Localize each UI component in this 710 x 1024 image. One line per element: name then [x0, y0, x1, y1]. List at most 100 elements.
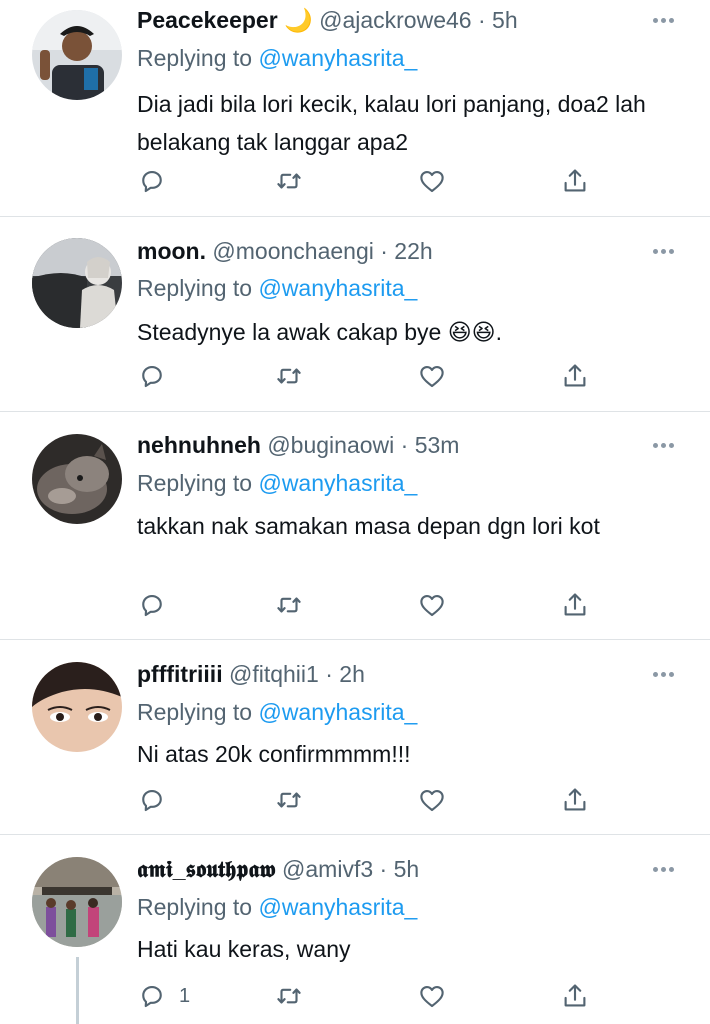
avatar[interactable] — [32, 434, 122, 524]
retweet-button[interactable] — [274, 163, 304, 199]
share-button[interactable] — [560, 358, 590, 394]
timestamp[interactable]: 22h — [394, 238, 432, 264]
tweet[interactable]: moon. @moonchaengi · 22h Replying to @wa… — [0, 217, 710, 411]
replying-label: Replying to — [137, 45, 253, 71]
retweet-icon — [277, 597, 301, 613]
avatar[interactable] — [32, 10, 122, 100]
reply-button[interactable] — [137, 587, 179, 623]
moon-emoji: 🌙 — [284, 7, 313, 33]
reply-icon — [142, 170, 162, 193]
heart-icon — [420, 365, 444, 388]
like-button[interactable] — [417, 358, 447, 394]
like-button[interactable] — [417, 587, 447, 623]
user-handle[interactable]: @buginaowi — [267, 432, 394, 458]
mention-link[interactable]: @wanyhasrita_ — [258, 275, 417, 301]
tweet[interactable]: Peacekeeper 🌙 @ajackrowe46 · 5h Replying… — [0, 0, 710, 216]
user-handle[interactable]: @moonchaengi — [212, 238, 373, 264]
reply-icon — [142, 789, 162, 812]
action-bar: 1 — [137, 978, 597, 1014]
tweet[interactable]: pfffitriiii @fitqhii1 · 2h Replying to @… — [0, 640, 710, 834]
action-bar — [137, 358, 597, 394]
like-button[interactable] — [417, 163, 447, 199]
avatar[interactable] — [32, 662, 122, 752]
reply-count: 1 — [179, 984, 191, 1007]
share-icon — [564, 788, 586, 811]
heart-icon — [420, 170, 444, 193]
tweet[interactable]: nehnuhneh @buginaowi · 53m Replying to @… — [0, 412, 710, 639]
tweet[interactable]: 𝖆𝖒𝖎_𝖘𝖔𝖚𝖙𝖍𝖕𝖆𝖜 @amivf3 · 5h Replying to @w… — [0, 835, 710, 1024]
share-button[interactable] — [560, 978, 590, 1014]
avatar[interactable] — [32, 238, 122, 328]
tweet-text: Dia jadi bila lori kecik, kalau lori pan… — [137, 91, 646, 155]
tweet-text: takkan nak samakan masa depan dgn lori k… — [137, 513, 600, 539]
retweet-icon — [277, 988, 301, 1004]
share-button[interactable] — [560, 163, 590, 199]
display-name[interactable]: moon. — [137, 238, 206, 264]
share-button[interactable] — [560, 587, 590, 623]
replying-label: Replying to — [137, 275, 253, 301]
timestamp[interactable]: 5h — [492, 7, 518, 33]
more-icon[interactable] — [648, 660, 678, 688]
replying-label: Replying to — [137, 699, 253, 725]
user-handle[interactable]: @fitqhii1 — [229, 661, 319, 687]
retweet-button[interactable] — [274, 782, 304, 818]
display-name[interactable]: pfffitriiii — [137, 661, 223, 687]
replying-label: Replying to — [137, 894, 253, 920]
replying-to: Replying to @wanyhasrita_ — [137, 890, 417, 924]
action-bar — [137, 782, 597, 818]
reply-button[interactable]: 1 — [137, 978, 190, 1014]
retweet-icon — [277, 368, 301, 384]
display-name[interactable]: Peacekeeper — [137, 7, 278, 33]
mention-link[interactable]: @wanyhasrita_ — [258, 894, 417, 920]
more-icon[interactable] — [648, 431, 678, 459]
like-button[interactable] — [417, 782, 447, 818]
user-handle[interactable]: @amivf3 — [282, 856, 373, 882]
reply-feed: Peacekeeper 🌙 @ajackrowe46 · 5h Replying… — [0, 0, 710, 1024]
share-button[interactable] — [560, 782, 590, 818]
mention-link[interactable]: @wanyhasrita_ — [258, 699, 417, 725]
action-bar — [137, 163, 597, 199]
more-icon[interactable] — [648, 237, 678, 265]
retweet-button[interactable] — [274, 978, 304, 1014]
tweet-header: moon. @moonchaengi · 22h — [137, 233, 433, 269]
avatar[interactable] — [32, 857, 122, 947]
display-name[interactable]: nehnuhneh — [137, 432, 261, 458]
share-icon — [564, 984, 586, 1007]
tweet-text: Hati kau keras, wany — [137, 936, 351, 962]
action-bar — [137, 587, 597, 623]
tweet-header: 𝖆𝖒𝖎_𝖘𝖔𝖚𝖙𝖍𝖕𝖆𝖜 @amivf3 · 5h — [137, 851, 419, 887]
reply-button[interactable] — [137, 163, 179, 199]
timestamp[interactable]: 53m — [415, 432, 460, 458]
mention-link[interactable]: @wanyhasrita_ — [258, 470, 417, 496]
display-name[interactable]: 𝖆𝖒𝖎_𝖘𝖔𝖚𝖙𝖍𝖕𝖆𝖜 — [137, 856, 276, 882]
tweet-header: Peacekeeper 🌙 @ajackrowe46 · 5h — [137, 2, 518, 38]
share-icon — [564, 169, 586, 192]
replying-to: Replying to @wanyhasrita_ — [137, 271, 417, 305]
heart-icon — [420, 594, 444, 617]
tweet-text: Ni atas 20k confirmmmm!!! — [137, 741, 411, 767]
tweet-text: Steadynye la awak cakap bye 😆😆. — [137, 319, 503, 345]
separator-dot: · — [325, 661, 333, 687]
reply-icon — [142, 594, 162, 617]
heart-icon — [420, 985, 444, 1008]
replying-to: Replying to @wanyhasrita_ — [137, 466, 417, 500]
like-button[interactable] — [417, 978, 447, 1014]
tweet-header: pfffitriiii @fitqhii1 · 2h — [137, 656, 365, 692]
retweet-button[interactable] — [274, 587, 304, 623]
replying-to: Replying to @wanyhasrita_ — [137, 41, 417, 75]
separator-dot: · — [477, 7, 486, 33]
reply-button[interactable] — [137, 782, 179, 818]
heart-icon — [420, 789, 444, 812]
timestamp[interactable]: 2h — [339, 661, 365, 687]
more-icon[interactable] — [648, 6, 678, 34]
user-handle[interactable]: @ajackrowe46 — [319, 7, 471, 33]
retweet-button[interactable] — [274, 358, 304, 394]
reply-button[interactable] — [137, 358, 179, 394]
separator-dot: · — [400, 432, 409, 458]
retweet-icon — [277, 792, 301, 808]
timestamp[interactable]: 5h — [394, 856, 420, 882]
more-icon[interactable] — [648, 855, 678, 883]
reply-icon — [142, 365, 162, 388]
mention-link[interactable]: @wanyhasrita_ — [258, 45, 417, 71]
replying-to: Replying to @wanyhasrita_ — [137, 695, 417, 729]
